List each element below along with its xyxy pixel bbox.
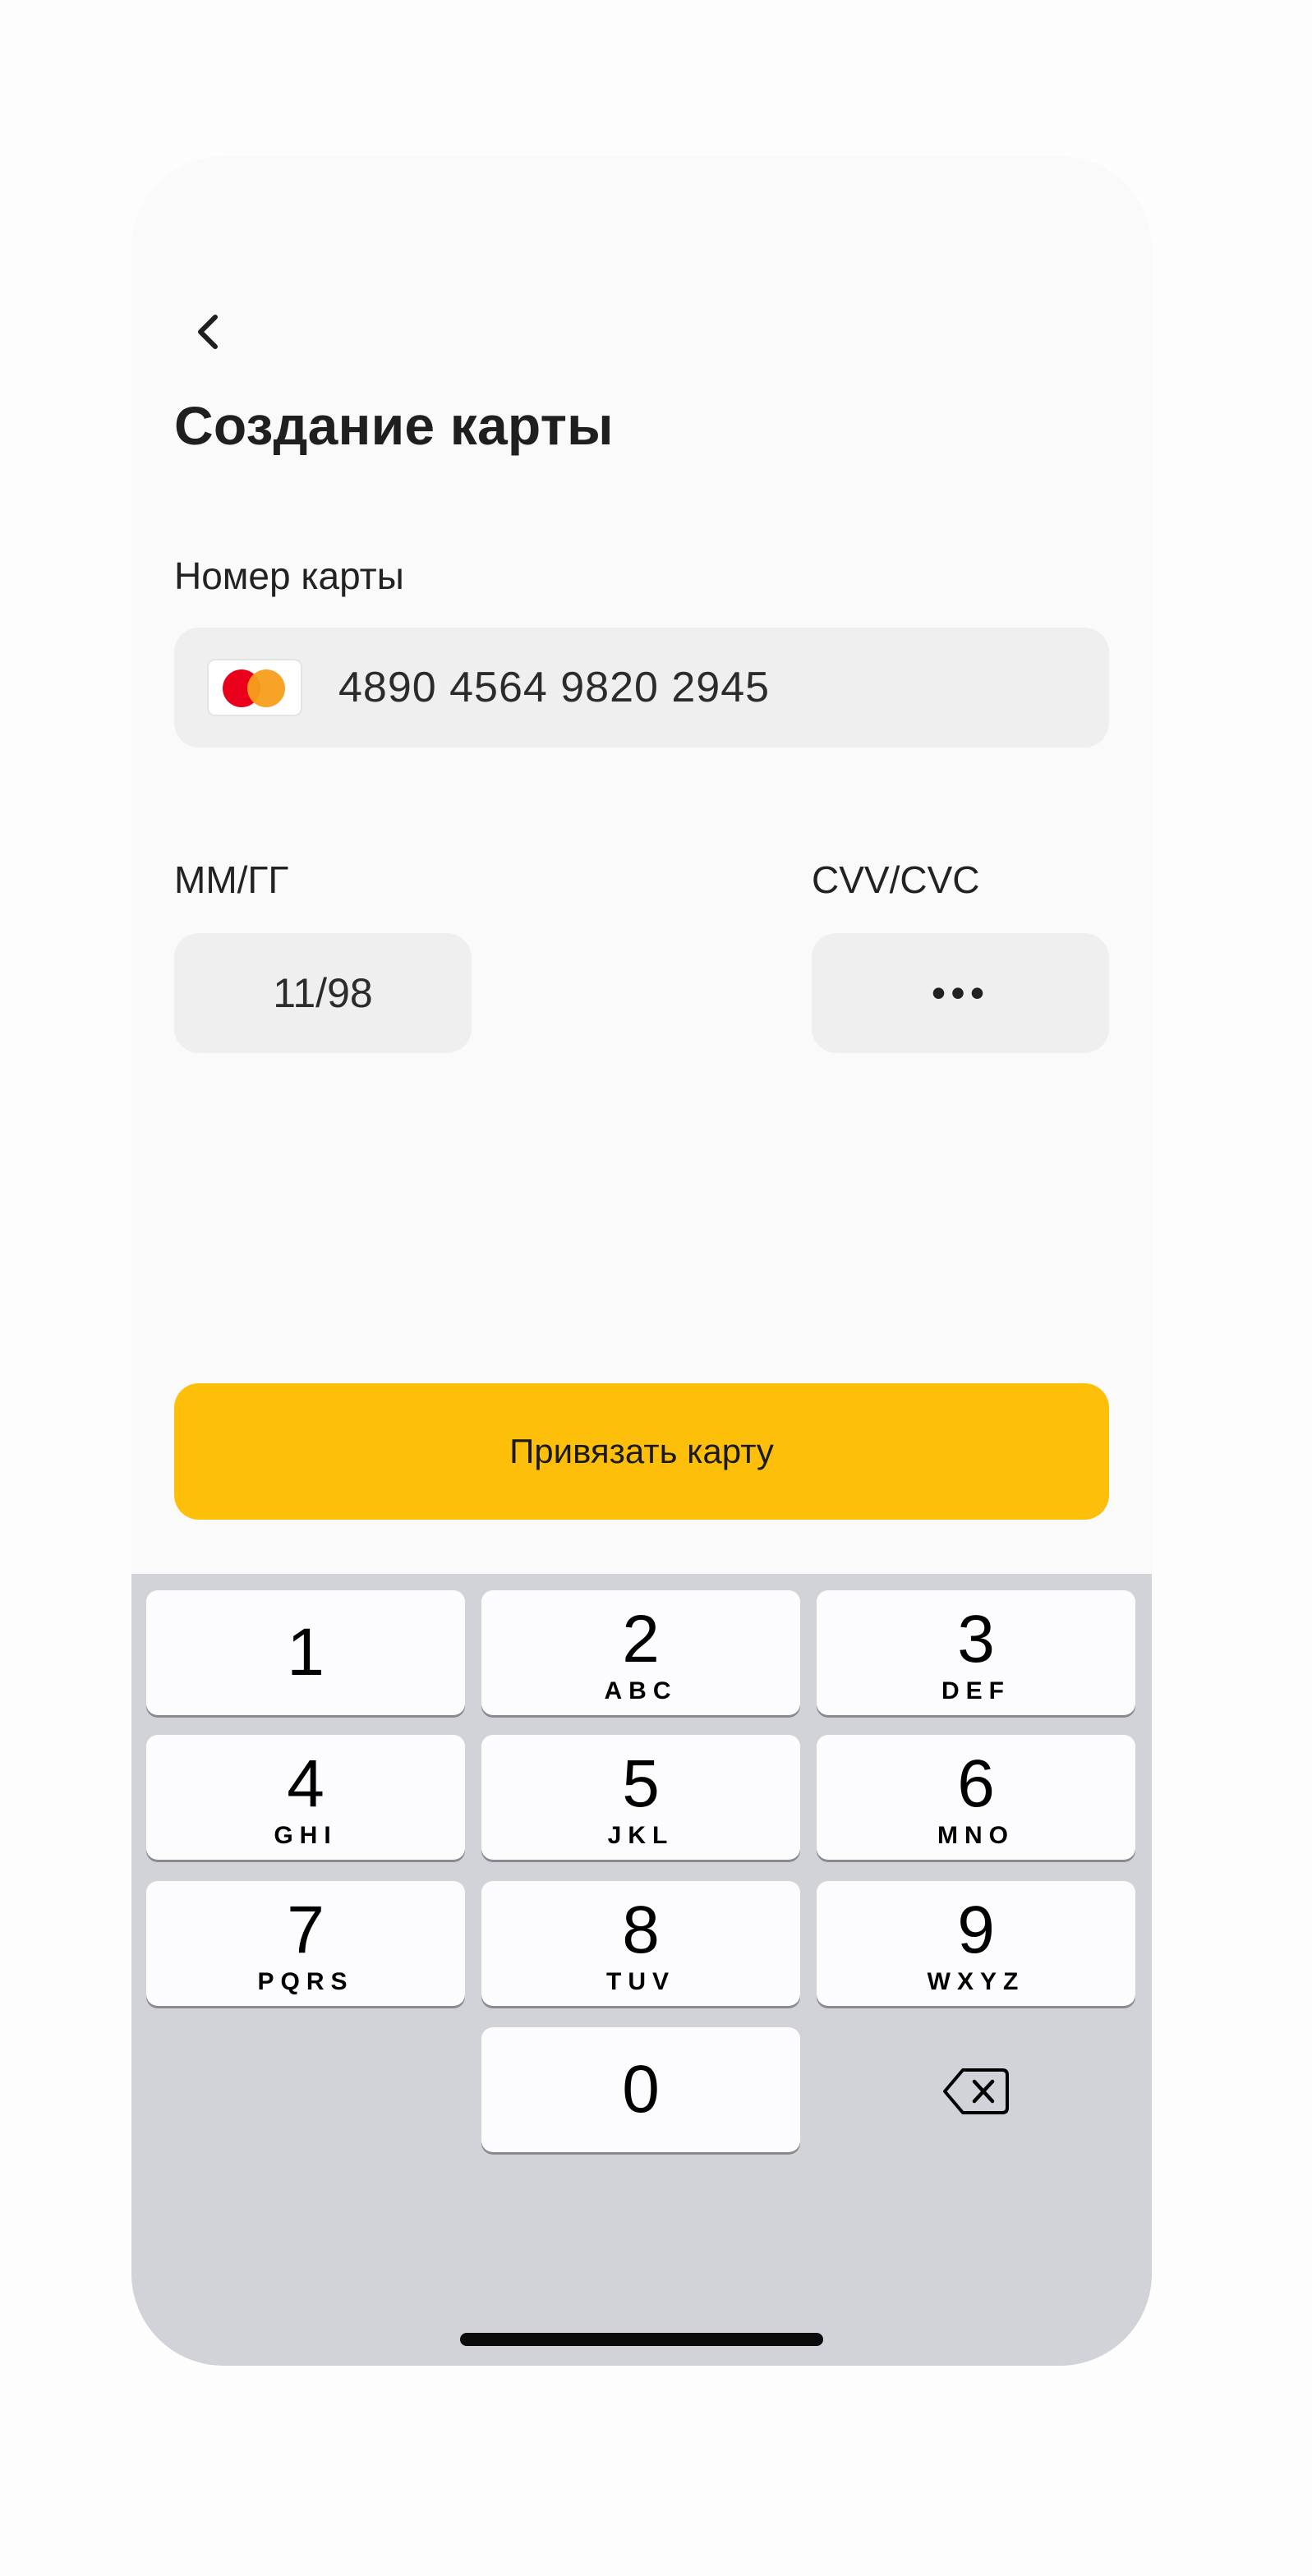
key-3[interactable]: 3 DEF [817, 1590, 1135, 1715]
mastercard-orange-circle [247, 669, 285, 707]
link-card-button[interactable]: Привязать карту [174, 1383, 1109, 1520]
key-letters: GHI [274, 1822, 338, 1849]
key-letters: TUV [606, 1968, 675, 1995]
numeric-keypad: 1 2 ABC 3 DEF 4 GHI 5 JKL 6 MNO 7 PQRS 8… [131, 1574, 1152, 2366]
cvv-field[interactable]: ••• [812, 933, 1109, 1053]
key-letters: PQRS [257, 1968, 354, 1995]
key-7[interactable]: 7 PQRS [146, 1881, 465, 2006]
home-indicator[interactable] [460, 2333, 823, 2346]
expiry-label: ММ/ГГ [174, 858, 289, 901]
key-digit: 4 [287, 1746, 325, 1821]
key-letters: JKL [607, 1822, 674, 1849]
key-letters: WXYZ [927, 1968, 1025, 1995]
key-digit: 1 [287, 1615, 325, 1690]
page-title: Создание карты [174, 395, 614, 456]
key-digit: 3 [957, 1602, 995, 1677]
key-digit: 0 [622, 2052, 660, 2127]
key-digit: 7 [287, 1893, 325, 1967]
phone-screen: Создание карты Номер карты 4890 4564 982… [131, 156, 1152, 2366]
chevron-left-icon [198, 315, 218, 349]
key-8[interactable]: 8 TUV [481, 1881, 800, 2006]
key-letters: ABC [604, 1677, 678, 1704]
card-number-value: 4890 4564 9820 2945 [338, 664, 771, 711]
key-digit: 2 [622, 1602, 660, 1677]
key-digit: 6 [957, 1746, 995, 1821]
back-button[interactable] [173, 296, 245, 368]
key-digit: 5 [622, 1746, 660, 1821]
key-4[interactable]: 4 GHI [146, 1735, 465, 1860]
expiry-value: 11/98 [273, 970, 373, 1016]
cvv-value: ••• [931, 970, 990, 1016]
backspace-icon [943, 2068, 1009, 2114]
key-5[interactable]: 5 JKL [481, 1735, 800, 1860]
key-6[interactable]: 6 MNO [817, 1735, 1135, 1860]
card-number-label: Номер карты [174, 554, 404, 597]
key-digit: 8 [622, 1893, 660, 1967]
key-letters: MNO [937, 1822, 1015, 1849]
mastercard-icon [207, 659, 302, 716]
card-number-field[interactable]: 4890 4564 9820 2945 [174, 628, 1109, 748]
cvv-label: CVV/CVC [812, 858, 980, 901]
key-2[interactable]: 2 ABC [481, 1590, 800, 1715]
key-letters: DEF [941, 1677, 1010, 1704]
key-digit: 9 [957, 1893, 995, 1967]
expiry-field[interactable]: 11/98 [174, 933, 472, 1053]
key-0[interactable]: 0 [481, 2027, 800, 2152]
key-1[interactable]: 1 [146, 1590, 465, 1715]
backspace-button[interactable] [817, 2029, 1135, 2154]
key-9[interactable]: 9 WXYZ [817, 1881, 1135, 2006]
